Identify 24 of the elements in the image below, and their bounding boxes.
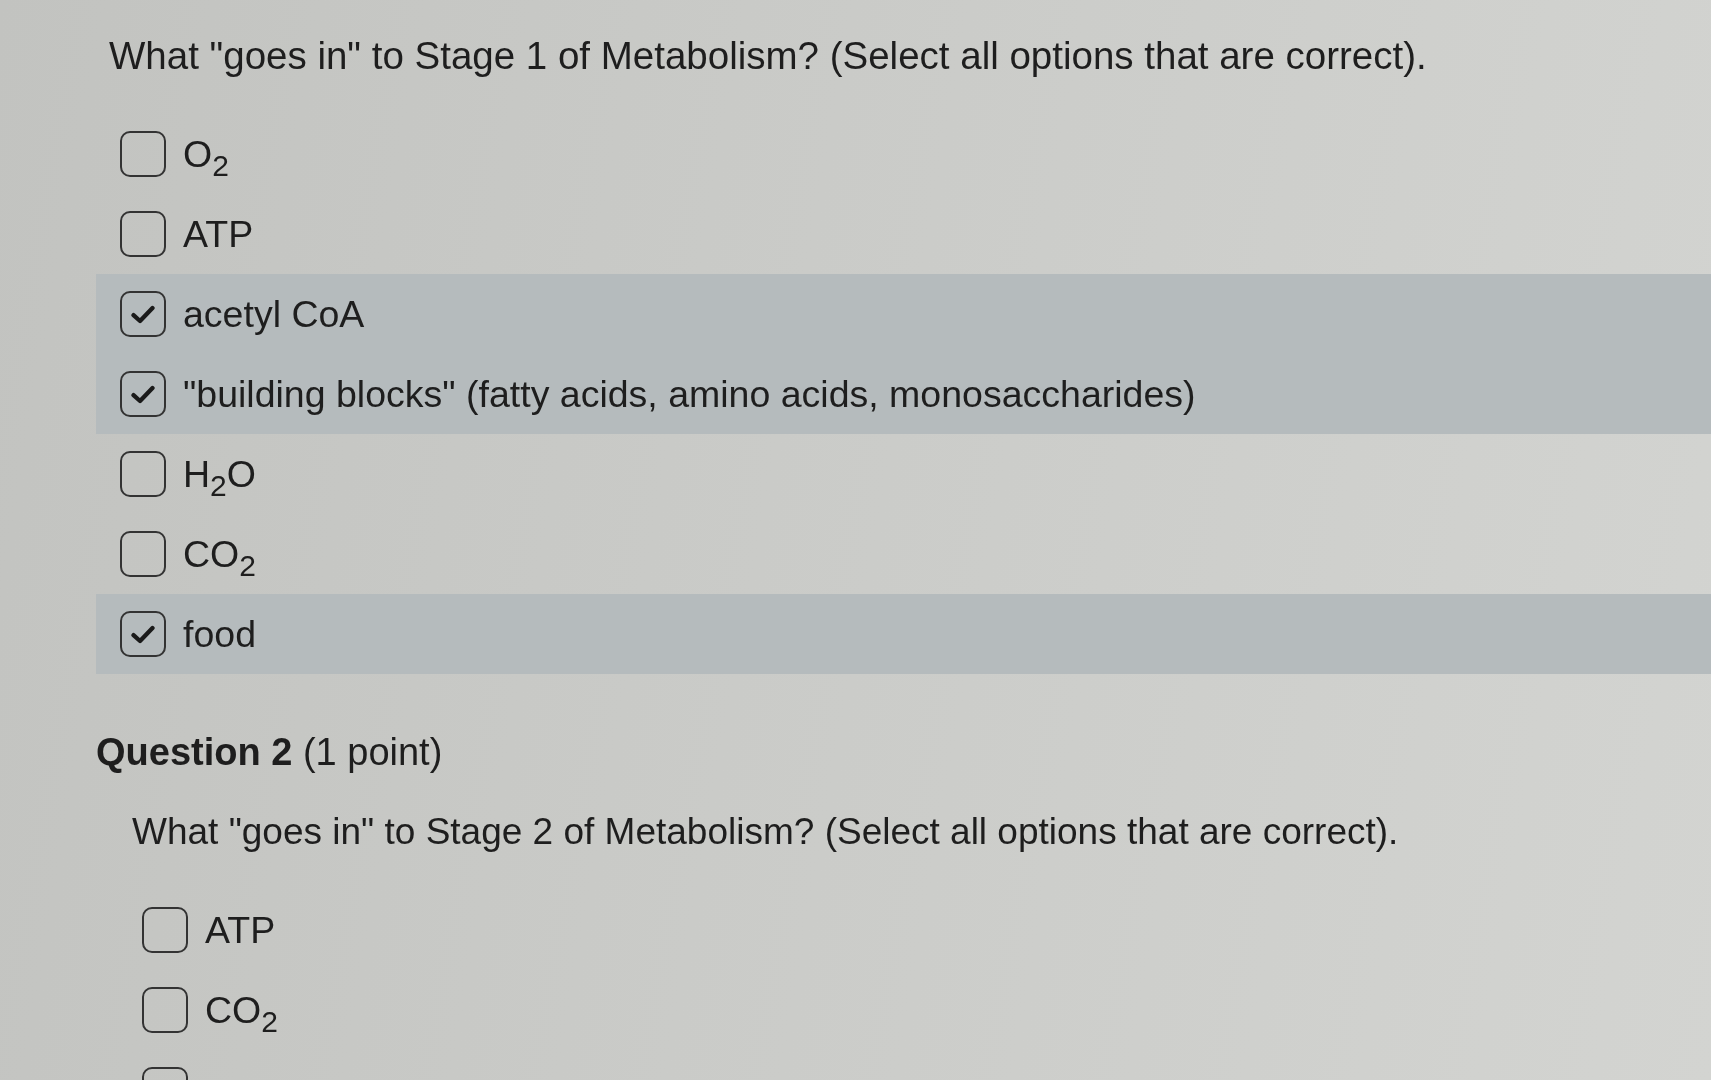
option-label: acetyl CoA bbox=[183, 292, 365, 336]
checkbox[interactable] bbox=[142, 907, 188, 953]
option-label: H$_{2}$O bbox=[183, 452, 256, 496]
question-prompt: What "goes in" to Stage 2 of Metabolism? (Select all options that are correct). bbox=[132, 810, 1399, 854]
question-heading: Question 2 (1 point) bbox=[96, 730, 443, 774]
option-label: ATP bbox=[183, 212, 254, 256]
checkbox[interactable] bbox=[120, 211, 166, 257]
option-label: "building blocks" (fatty acids, amino acids, monosaccharides) bbox=[183, 372, 1196, 416]
option-label: O$_{2}$ bbox=[183, 132, 229, 176]
checkbox[interactable] bbox=[142, 987, 188, 1033]
option-label: CO$_{2}$ bbox=[205, 988, 278, 1032]
checkbox[interactable] bbox=[120, 611, 166, 657]
checkbox[interactable] bbox=[120, 451, 166, 497]
option-label: food bbox=[183, 612, 256, 656]
checkmark-icon bbox=[131, 384, 155, 404]
checkmark-icon bbox=[131, 304, 155, 324]
checkmark-icon bbox=[131, 624, 155, 644]
checkbox[interactable] bbox=[120, 531, 166, 577]
option-label: ATP bbox=[205, 908, 276, 952]
question-prompt: What "goes in" to Stage 1 of Metabolism? (Select all options that are correct). bbox=[109, 34, 1427, 78]
checkbox[interactable] bbox=[120, 131, 166, 177]
checkbox[interactable] bbox=[120, 371, 166, 417]
option-label: CO$_{2}$ bbox=[183, 532, 256, 576]
checkbox[interactable] bbox=[120, 291, 166, 337]
